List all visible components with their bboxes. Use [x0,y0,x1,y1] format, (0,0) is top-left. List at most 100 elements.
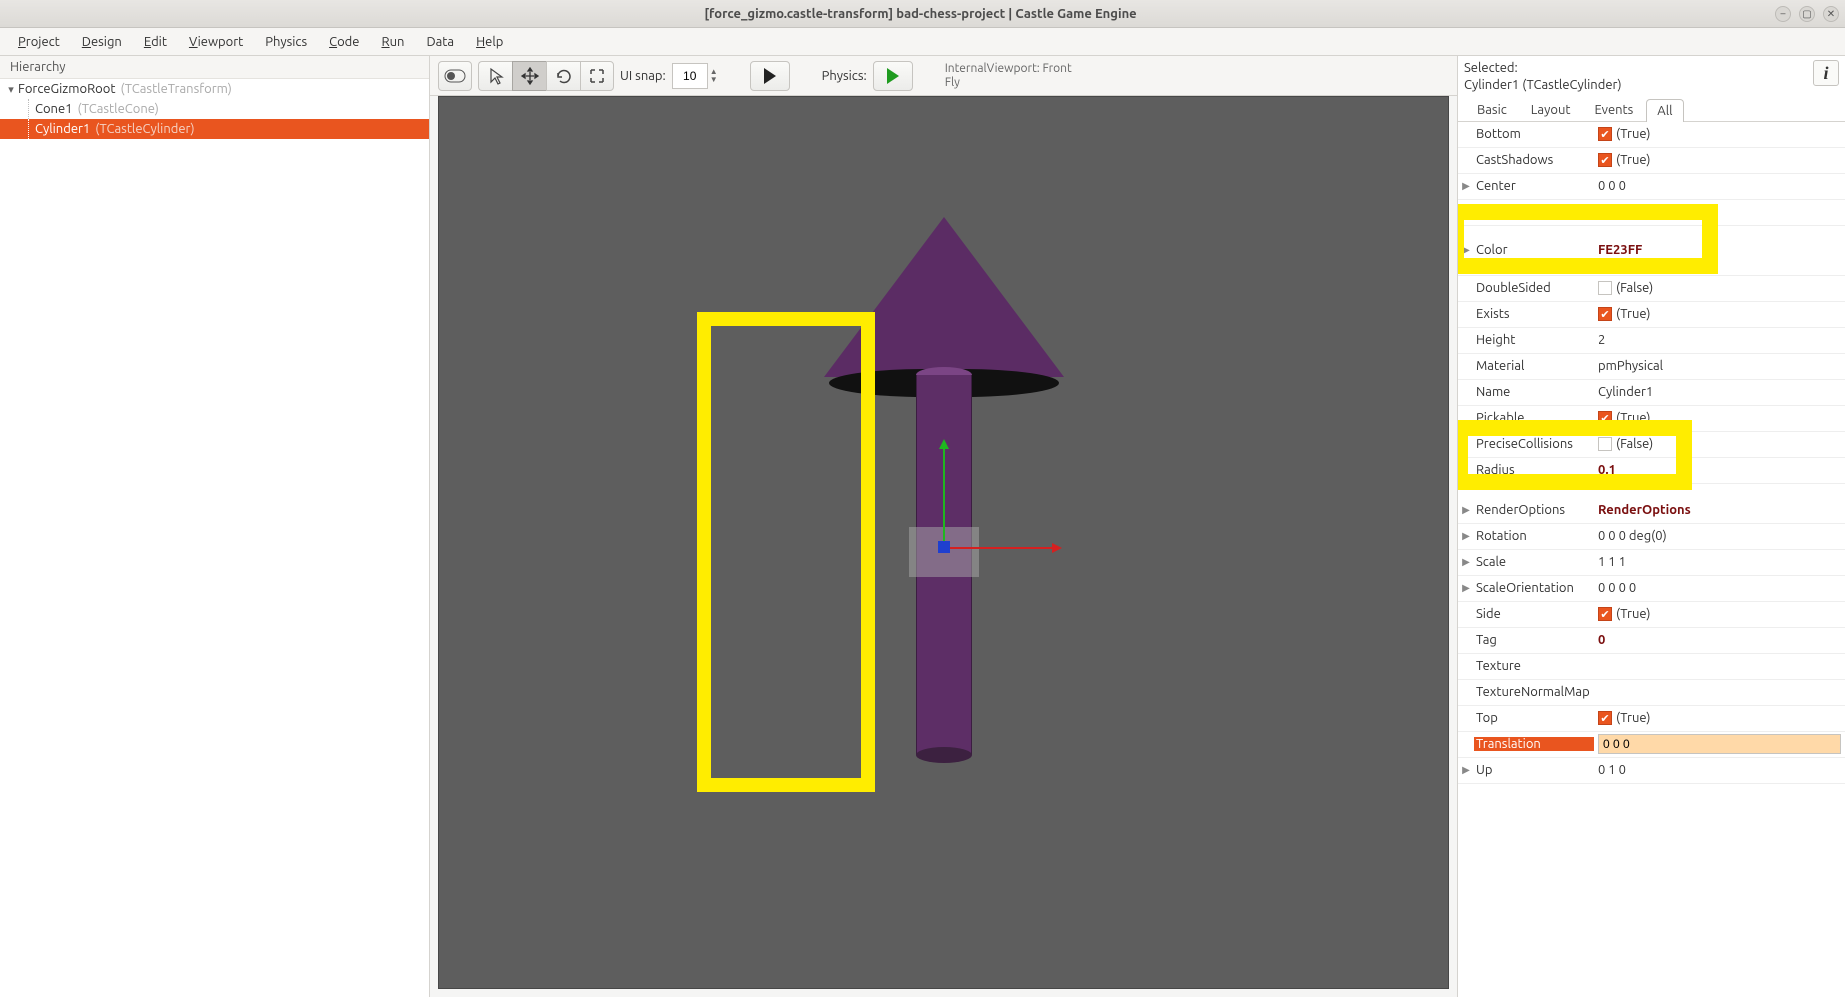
prop-center[interactable]: ▶Center 0 0 0 [1458,174,1845,200]
expand-icon[interactable]: ▶ [1458,556,1474,568]
physics-label: Physics: [822,69,867,83]
expand-icon[interactable]: ▶ [1458,738,1474,750]
expand-icon[interactable]: ▶ [1458,764,1474,776]
checkbox-icon[interactable]: ✔ [1598,307,1612,321]
tree-row-root[interactable]: ▾ ForceGizmoRoot (TCastleTransform) [0,79,429,99]
prop-material[interactable]: Material pmPhysical [1458,354,1845,380]
menubar: Project Design Edit Viewport Physics Cod… [0,28,1845,56]
tree-collapse-icon[interactable]: ▾ [4,83,18,96]
window-close-button[interactable]: ✕ [1823,6,1839,22]
prop-bottom[interactable]: Bottom ✔(True) [1458,122,1845,148]
hierarchy-title: Hierarchy [0,56,429,79]
prop-exists[interactable]: Exists ✔(True) [1458,302,1845,328]
inspector-tabs: Basic Layout Events All [1458,98,1845,122]
tab-events[interactable]: Events [1583,98,1644,121]
prop-up[interactable]: ▶Up 0 1 0 [1458,758,1845,784]
tree-label: Cylinder1 [35,122,90,136]
prop-scale[interactable]: ▶Scale 1 1 1 [1458,550,1845,576]
uisnap-spinner[interactable]: ▲▼ [672,63,718,89]
rotate-icon [555,67,573,85]
gizmo-origin[interactable] [938,541,950,553]
viewport-3d[interactable] [438,96,1449,989]
tree-label: ForceGizmoRoot [18,82,116,96]
prop-doublesided[interactable]: DoubleSided (False) [1458,276,1845,302]
uisnap-label: UI snap: [620,69,666,83]
menu-data[interactable]: Data [416,31,464,53]
viewport-toolbar: UI snap: ▲▼ Physics: InternalViewport: F… [430,56,1457,96]
prop-texturenormalmap[interactable]: TextureNormalMap [1458,680,1845,706]
center-area: UI snap: ▲▼ Physics: InternalViewport: F… [430,56,1457,997]
window-title: [force_gizmo.castle-transform] bad-chess… [66,7,1775,21]
play-icon [887,68,899,84]
tree-row-cylinder[interactable]: Cylinder1 (TCastleCylinder) [0,119,429,139]
checkbox-icon[interactable]: ✔ [1598,607,1612,621]
tab-layout[interactable]: Layout [1520,98,1582,121]
menu-physics[interactable]: Physics [255,31,317,53]
prop-rotation[interactable]: ▶Rotation 0 0 0 deg(0) [1458,524,1845,550]
tree-type: (TCastleTransform) [118,82,232,96]
viewport-status: InternalViewport: Front Fly [945,62,1072,88]
tree-label: Cone1 [35,102,73,116]
gizmo-y-axis[interactable] [943,447,945,547]
expand-icon[interactable]: ▶ [1458,582,1474,594]
annotation-highlight-radius [1458,420,1692,490]
prop-scaleorientation[interactable]: ▶ScaleOrientation 0 0 0 0 [1458,576,1845,602]
menu-project[interactable]: Project [8,31,70,53]
tree-row-cone[interactable]: Cone1 (TCastleCone) [0,99,429,119]
play-icon [764,68,776,84]
move-tool-button[interactable] [512,61,546,91]
checkbox-icon[interactable]: ✔ [1598,153,1612,167]
toggle-gizmo-button[interactable] [438,61,472,91]
scale-icon [588,67,606,85]
play-physics-button[interactable] [873,61,913,91]
scene-cylinder-bottom [916,747,972,763]
menu-code[interactable]: Code [319,31,369,53]
menu-design[interactable]: Design [72,31,132,53]
gizmo-x-axis[interactable] [944,547,1054,549]
menu-run[interactable]: Run [371,31,414,53]
expand-icon[interactable]: ▶ [1458,180,1474,192]
scale-tool-button[interactable] [580,61,614,91]
inspector-panel: Selected: Cylinder1 (TCastleCylinder) i … [1457,56,1845,997]
move-icon [521,67,539,85]
selected-value: Cylinder1 (TCastleCylinder) [1464,77,1622,94]
selected-label: Selected: [1464,60,1622,77]
cursor-icon [488,67,504,85]
checkbox-icon[interactable] [1598,281,1612,295]
prop-height[interactable]: Height 2 [1458,328,1845,354]
titlebar: [force_gizmo.castle-transform] bad-chess… [0,0,1845,28]
checkbox-icon[interactable]: ✔ [1598,711,1612,725]
expand-icon[interactable]: ▶ [1458,530,1474,542]
prop-castshadows[interactable]: CastShadows ✔(True) [1458,148,1845,174]
annotation-highlight-viewport [697,312,875,792]
tab-basic[interactable]: Basic [1466,98,1518,121]
prop-side[interactable]: Side ✔(True) [1458,602,1845,628]
play-simulation-button[interactable] [750,61,790,91]
tree-type: (TCastleCone) [75,102,159,116]
property-grid[interactable]: Bottom ✔(True) CastShadows ✔(True) ▶Cent… [1458,122,1845,997]
expand-icon[interactable]: ▶ [1458,504,1474,516]
hierarchy-panel: Hierarchy ▾ ForceGizmoRoot (TCastleTrans… [0,56,430,997]
tab-all[interactable]: All [1646,99,1683,122]
window-minimize-button[interactable]: – [1775,6,1791,22]
rotate-tool-button[interactable] [546,61,580,91]
spinner-down-icon[interactable]: ▼ [710,76,718,84]
info-button[interactable]: i [1813,60,1839,86]
annotation-highlight-color [1458,204,1718,274]
toggle-icon [444,69,466,83]
hierarchy-tree[interactable]: ▾ ForceGizmoRoot (TCastleTransform) Cone… [0,79,429,997]
translation-input[interactable] [1598,734,1841,754]
prop-renderoptions[interactable]: ▶RenderOptions RenderOptions [1458,498,1845,524]
select-tool-button[interactable] [478,61,512,91]
checkbox-icon[interactable]: ✔ [1598,127,1612,141]
prop-top[interactable]: Top ✔(True) [1458,706,1845,732]
prop-texture[interactable]: Texture [1458,654,1845,680]
menu-edit[interactable]: Edit [134,31,177,53]
window-maximize-button[interactable]: ▢ [1799,6,1815,22]
menu-viewport[interactable]: Viewport [179,31,253,53]
prop-tag[interactable]: Tag 0 [1458,628,1845,654]
prop-name[interactable]: Name Cylinder1 [1458,380,1845,406]
menu-help[interactable]: Help [466,31,513,53]
prop-translation[interactable]: ▶ Translation [1458,732,1845,758]
uisnap-input[interactable] [672,63,708,89]
